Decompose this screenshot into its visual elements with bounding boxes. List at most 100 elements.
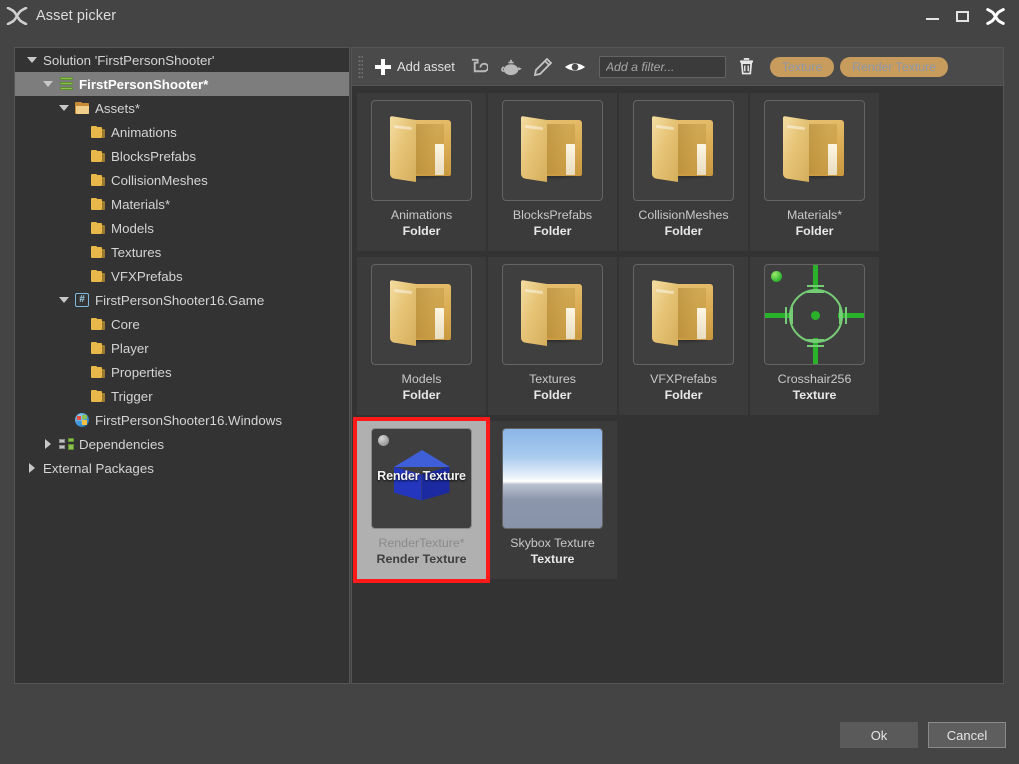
asset-grid[interactable]: AnimationsFolderBlocksPrefabsFolderColli… xyxy=(352,86,1003,683)
tree-item-collisionmeshes[interactable]: CollisionMeshes xyxy=(15,168,349,192)
folder-thumbnail-icon xyxy=(647,282,721,348)
tree-item-label: Core xyxy=(111,317,140,332)
close-button[interactable] xyxy=(977,0,1013,32)
window-title: Asset picker xyxy=(36,8,116,24)
tree-item-core[interactable]: Core xyxy=(15,312,349,336)
title-bar: Asset picker xyxy=(0,0,1019,32)
filter-tag-render-texture[interactable]: Render Texture xyxy=(840,57,948,77)
asset-thumbnail xyxy=(764,264,865,365)
asset-tile[interactable]: Crosshair256Texture xyxy=(749,256,880,416)
tree-item-label: Player xyxy=(111,341,149,356)
tree-item-external-packages[interactable]: External Packages xyxy=(15,456,349,480)
maximize-button[interactable] xyxy=(947,0,977,32)
tree-item-materials[interactable]: Materials* xyxy=(15,192,349,216)
asset-thumbnail xyxy=(764,100,865,201)
tree-item-label: FirstPersonShooter* xyxy=(79,77,208,92)
tree-item-label: VFXPrefabs xyxy=(111,269,183,284)
asset-thumbnail xyxy=(371,100,472,201)
folder-icon xyxy=(88,198,108,210)
filter-input[interactable] xyxy=(599,56,726,78)
folder-icon xyxy=(88,342,108,354)
asset-name-label: BlocksPrefabs xyxy=(513,208,592,223)
cancel-button[interactable]: Cancel xyxy=(928,722,1006,748)
windows-icon xyxy=(72,413,92,427)
reimport-arrow-icon[interactable] xyxy=(464,53,494,81)
plus-icon xyxy=(375,59,391,75)
tree-item-solution-firstpersonshooter[interactable]: Solution 'FirstPersonShooter' xyxy=(15,48,349,72)
expander-icon[interactable] xyxy=(55,105,72,111)
skybox-thumbnail-image xyxy=(503,429,602,528)
dependencies-icon xyxy=(56,438,76,451)
csharp-project-icon: # xyxy=(72,293,92,307)
add-asset-label: Add asset xyxy=(397,59,455,74)
expander-icon[interactable] xyxy=(23,463,40,473)
asset-tile[interactable]: Skybox TextureTexture xyxy=(487,420,618,580)
asset-name-label: CollisionMeshes xyxy=(638,208,728,223)
tree-item-player[interactable]: Player xyxy=(15,336,349,360)
asset-name-label: Models xyxy=(402,372,442,387)
filter-tag-texture[interactable]: Texture xyxy=(770,57,834,77)
tree-item-firstpersonshooter16-game[interactable]: #FirstPersonShooter16.Game xyxy=(15,288,349,312)
expander-icon[interactable] xyxy=(23,57,40,63)
tree-item-dependencies[interactable]: Dependencies xyxy=(15,432,349,456)
asset-name-label: Skybox Texture xyxy=(510,536,594,551)
asset-tile[interactable]: ModelsFolder xyxy=(356,256,487,416)
folder-thumbnail-icon xyxy=(385,118,459,184)
tree-item-label: Textures xyxy=(111,245,161,260)
tree-item-textures[interactable]: Textures xyxy=(15,240,349,264)
tree-item-label: External Packages xyxy=(43,461,154,476)
asset-thumbnail xyxy=(502,428,603,529)
solution-tree-panel[interactable]: Solution 'FirstPersonShooter' FirstPerson… xyxy=(14,47,350,684)
asset-thumbnail: Render Texture xyxy=(371,428,472,529)
tree-item-label: Dependencies xyxy=(79,437,164,452)
asset-tile[interactable]: AnimationsFolder xyxy=(356,92,487,252)
trash-icon[interactable] xyxy=(732,53,762,81)
dialog-button-row: Ok Cancel xyxy=(840,722,1006,748)
minimize-button[interactable] xyxy=(917,0,947,32)
toolbar-grip[interactable] xyxy=(358,55,363,79)
folder-icon xyxy=(88,222,108,234)
tree-item-label: Animations xyxy=(111,125,177,140)
render-texture-thumb-label: Render Texture xyxy=(371,469,472,483)
asset-tile[interactable]: Materials*Folder xyxy=(749,92,880,252)
eye-icon[interactable] xyxy=(560,53,590,81)
tree-item-trigger[interactable]: Trigger xyxy=(15,384,349,408)
tree-item-animations[interactable]: Animations xyxy=(15,120,349,144)
asset-tile[interactable]: BlocksPrefabsFolder xyxy=(487,92,618,252)
render-texture-thumbnail-icon: Render Texture xyxy=(372,429,471,528)
asset-name-label: VFXPrefabs xyxy=(650,372,717,387)
folder-icon xyxy=(88,270,108,282)
ok-button[interactable]: Ok xyxy=(840,722,918,748)
tree-item-properties[interactable]: Properties xyxy=(15,360,349,384)
crosshair-thumbnail-icon xyxy=(765,265,864,364)
folder-icon xyxy=(88,174,108,186)
pencil-icon[interactable] xyxy=(528,53,558,81)
tree-item-models[interactable]: Models xyxy=(15,216,349,240)
asset-tile[interactable]: VFXPrefabsFolder xyxy=(618,256,749,416)
asset-type-label: Render Texture xyxy=(377,552,467,566)
tree-item-label: Materials* xyxy=(111,197,170,212)
asset-name-label: Materials* xyxy=(787,208,842,223)
asset-name-label: Animations xyxy=(391,208,452,223)
teapot-icon[interactable] xyxy=(496,53,526,81)
add-asset-button[interactable]: Add asset xyxy=(368,53,462,81)
asset-name-label: Crosshair256 xyxy=(778,372,852,387)
expander-icon[interactable] xyxy=(39,439,56,449)
asset-tile[interactable]: TexturesFolder xyxy=(487,256,618,416)
tree-item-firstpersonshooter16-windows[interactable]: FirstPersonShooter16.Windows xyxy=(15,408,349,432)
tree-item-label: Trigger xyxy=(111,389,153,404)
package-icon xyxy=(56,77,76,91)
asset-tile[interactable]: CollisionMeshesFolder xyxy=(618,92,749,252)
expander-icon[interactable] xyxy=(39,81,56,87)
tree-item-assets[interactable]: Assets* xyxy=(15,96,349,120)
tree-item-firstpersonshooter[interactable]: FirstPersonShooter* xyxy=(15,72,349,96)
folder-thumbnail-icon xyxy=(385,282,459,348)
expander-icon[interactable] xyxy=(55,297,72,303)
asset-tile[interactable]: Render TextureRenderTexture*Render Textu… xyxy=(356,420,487,580)
tree-item-label: Solution 'FirstPersonShooter' xyxy=(43,53,214,68)
folder-icon xyxy=(88,246,108,258)
tree-item-blocksprefabs[interactable]: BlocksPrefabs xyxy=(15,144,349,168)
tree-item-label: FirstPersonShooter16.Windows xyxy=(95,413,282,428)
folder-thumbnail-icon xyxy=(516,282,590,348)
tree-item-vfxprefabs[interactable]: VFXPrefabs xyxy=(15,264,349,288)
